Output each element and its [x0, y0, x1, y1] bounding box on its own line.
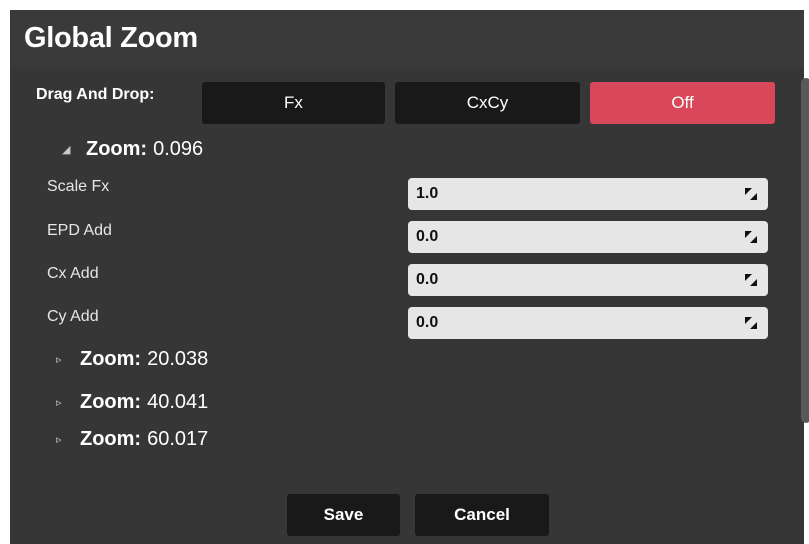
- zoom-key: Zoom:: [80, 428, 142, 450]
- cx-add-value: 0.0: [416, 271, 439, 288]
- cx-add-input[interactable]: 0.0: [408, 264, 768, 296]
- zoom-group-expanded[interactable]: ◢ Zoom: 0.096: [62, 138, 203, 161]
- zoom-key: Zoom:: [86, 138, 148, 160]
- epd-add-label: EPD Add: [47, 222, 112, 239]
- global-zoom-dialog: Global Zoom Drag And Drop: Fx CxCy Off ◢…: [10, 10, 809, 544]
- cy-add-input[interactable]: 0.0: [408, 307, 768, 339]
- drag-mode-off-button[interactable]: Off: [590, 82, 775, 124]
- zoom-group-collapsed[interactable]: ▹ Zoom: 40.041: [56, 391, 208, 414]
- spin-arrows-icon[interactable]: [744, 230, 758, 244]
- zoom-group-collapsed[interactable]: ▹ Zoom: 60.017: [56, 428, 208, 451]
- scale-fx-value: 1.0: [416, 185, 439, 202]
- spin-arrows-icon[interactable]: [744, 316, 758, 330]
- zoom-value: 20.038: [147, 348, 209, 370]
- zoom-group-collapsed[interactable]: ▹ Zoom: 20.038: [56, 348, 208, 371]
- epd-add-value: 0.0: [416, 228, 439, 245]
- cy-add-value: 0.0: [416, 314, 439, 331]
- cx-add-label: Cx Add: [47, 265, 99, 282]
- save-button[interactable]: Save: [287, 494, 400, 536]
- cy-add-label: Cy Add: [47, 308, 99, 325]
- drag-and-drop-label: Drag And Drop:: [36, 86, 155, 103]
- collapse-arrow-icon: ◢: [62, 144, 71, 156]
- expand-arrow-icon: ▹: [56, 354, 62, 366]
- zoom-key: Zoom:: [80, 391, 142, 413]
- spin-arrows-icon[interactable]: [744, 187, 758, 201]
- expand-arrow-icon: ▹: [56, 434, 62, 446]
- zoom-value: 40.041: [147, 391, 209, 413]
- scale-fx-label: Scale Fx: [47, 178, 110, 195]
- drag-mode-fx-button[interactable]: Fx: [202, 82, 385, 124]
- drag-mode-cxcy-button[interactable]: CxCy: [395, 82, 580, 124]
- zoom-value: 0.096: [153, 138, 204, 160]
- cancel-button[interactable]: Cancel: [415, 494, 549, 536]
- zoom-value: 60.017: [147, 428, 209, 450]
- title-bar: Global Zoom: [10, 10, 804, 68]
- spin-arrows-icon[interactable]: [744, 273, 758, 287]
- zoom-key: Zoom:: [80, 348, 142, 370]
- scale-fx-input[interactable]: 1.0: [408, 178, 768, 210]
- dialog-title: Global Zoom: [24, 22, 198, 54]
- vertical-scrollbar[interactable]: [801, 78, 809, 423]
- epd-add-input[interactable]: 0.0: [408, 221, 768, 253]
- expand-arrow-icon: ▹: [56, 397, 62, 409]
